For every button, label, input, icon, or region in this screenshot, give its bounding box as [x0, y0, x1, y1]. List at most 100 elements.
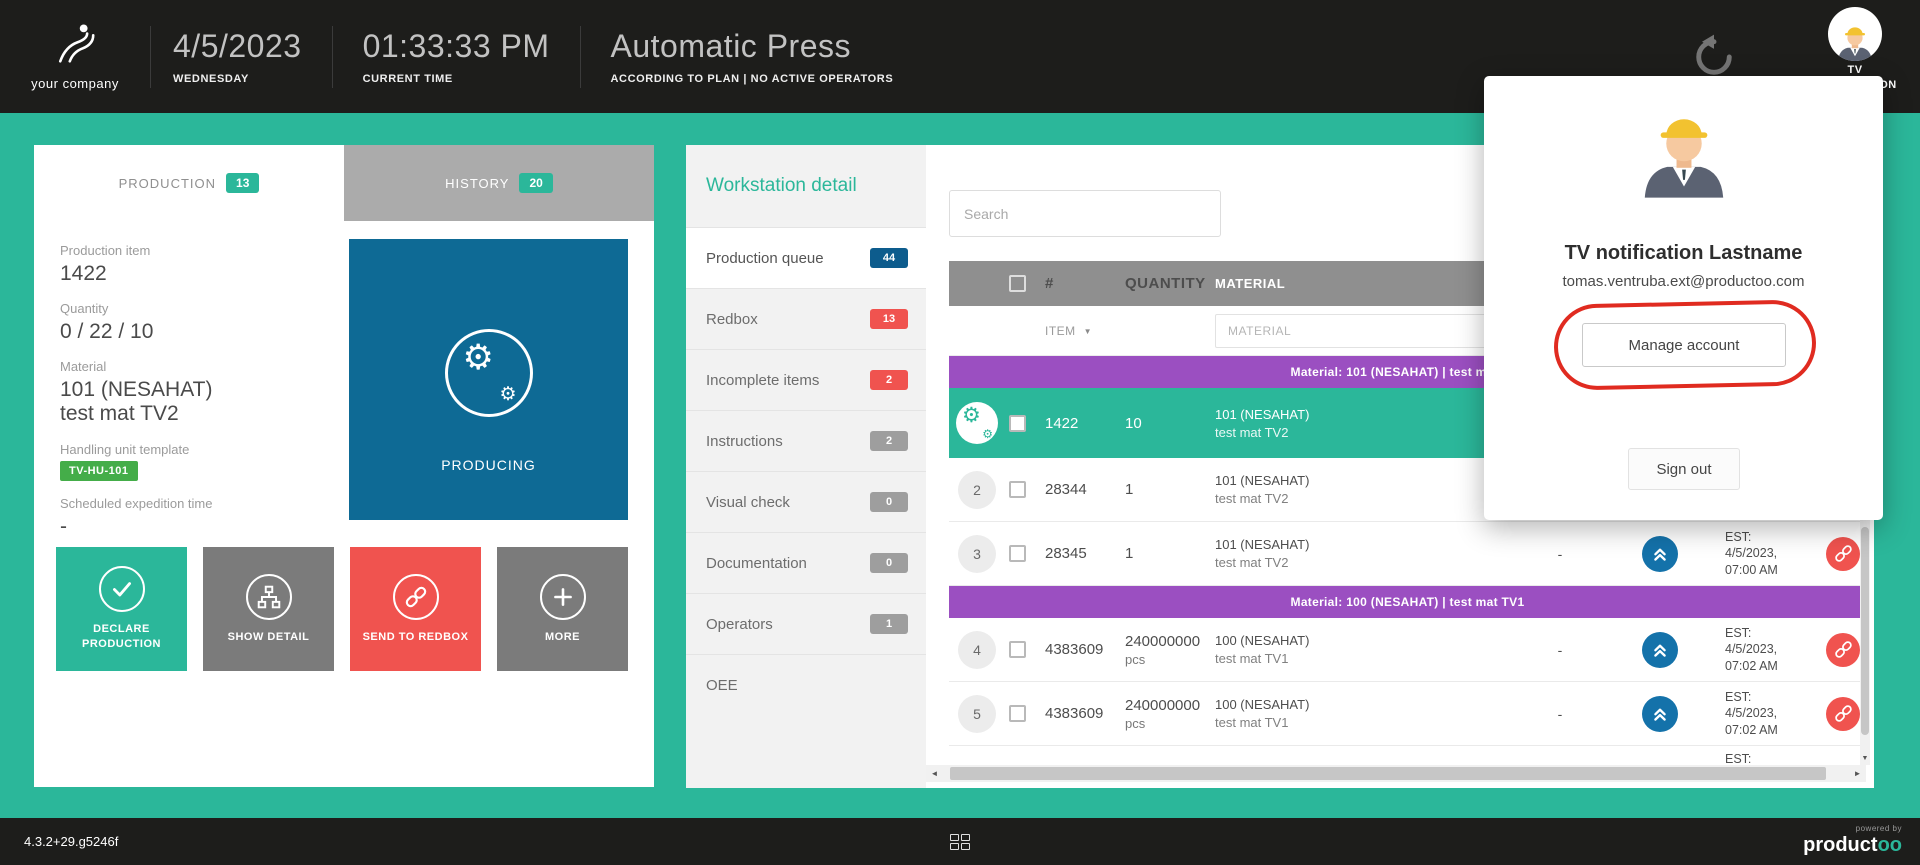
search-input[interactable]	[949, 190, 1221, 237]
row-check-cell	[1005, 682, 1045, 745]
row-number: 4	[958, 631, 996, 669]
production-field-scheduled-expedition-time: Scheduled expedition time-	[60, 496, 346, 539]
declare-production-button[interactable]: DECLARE PRODUCTION	[56, 547, 187, 671]
row-checkbox[interactable]	[1009, 641, 1026, 658]
menu-item-redbox[interactable]: Redbox13	[686, 288, 926, 349]
horizontal-scrollbar-thumb[interactable]	[950, 767, 1826, 780]
brand-name: productoo	[1803, 833, 1902, 857]
column-header-material: MATERIAL	[1215, 276, 1525, 291]
field-value: 101 (NESAHAT)	[60, 378, 346, 402]
field-label: Material	[60, 359, 346, 374]
dash-cell: -	[1525, 682, 1595, 745]
scroll-left-button[interactable]: ◄	[926, 765, 943, 782]
row-checkbox[interactable]	[1009, 545, 1026, 562]
tab-count-badge: 20	[519, 173, 552, 193]
send-to-redbox-button[interactable]: SEND TO REDBOX	[350, 547, 481, 671]
menu-item-badge: 44	[870, 248, 908, 268]
material-filter-input[interactable]	[1215, 314, 1515, 348]
more-button[interactable]: MORE	[497, 547, 628, 671]
field-value: test mat TV2	[60, 402, 346, 426]
row-checkbox[interactable]	[1009, 415, 1026, 432]
user-menu-popover: TV notification Lastname tomas.ventruba.…	[1484, 76, 1883, 520]
menu-item-oee[interactable]: OEE	[686, 654, 926, 715]
production-tabs: PRODUCTION13HISTORY20	[34, 145, 654, 221]
user-name-line1: TV	[1847, 64, 1862, 76]
current-time: 01:33:33 PM	[363, 28, 550, 65]
production-actions: DECLARE PRODUCTIONSHOW DETAILSEND TO RED…	[56, 547, 628, 671]
manage-account-button[interactable]: Manage account	[1582, 323, 1786, 367]
app-footer: 4.3.2+29.g5246f powered by productoo	[0, 818, 1920, 865]
quantity-cell: 1	[1125, 458, 1215, 521]
row-checkbox[interactable]	[1009, 705, 1026, 722]
scroll-right-button[interactable]: ►	[1849, 765, 1866, 782]
row-number: 5	[958, 695, 996, 733]
tab-history[interactable]: HISTORY20	[344, 145, 654, 221]
production-field-material: Material 101 (NESAHAT)test mat TV2	[60, 359, 346, 426]
menu-item-badge: 13	[870, 309, 908, 329]
chevron-down-icon: ▼	[1084, 327, 1092, 336]
row-check-cell	[1005, 458, 1045, 521]
tab-production[interactable]: PRODUCTION13	[34, 145, 344, 221]
gear-icon-small: ⚙	[982, 428, 993, 440]
item-number-cell: 28345	[1045, 522, 1125, 585]
scroll-down-button[interactable]: ▼	[1860, 751, 1870, 765]
production-field-quantity: Quantity0 / 22 / 10	[60, 301, 346, 344]
quantity-value: 240000000	[1125, 633, 1215, 650]
menu-item-visual-check[interactable]: Visual check0	[686, 471, 926, 532]
link-icon	[393, 574, 439, 620]
dash-cell: -	[1525, 522, 1595, 585]
action-label: MORE	[535, 630, 590, 645]
menu-item-instructions[interactable]: Instructions2	[686, 410, 926, 471]
current-day: WEDNESDAY	[173, 73, 302, 85]
menu-item-incomplete-items[interactable]: Incomplete items2	[686, 349, 926, 410]
priority-up-button[interactable]	[1642, 632, 1678, 668]
priority-up-button[interactable]	[1642, 536, 1678, 572]
quantity-value: 1	[1125, 481, 1215, 498]
producing-gear-icon: ⚙⚙	[956, 402, 998, 444]
item-number-cell: 1422	[1045, 388, 1125, 458]
user-avatar	[1828, 7, 1882, 61]
row-checkbox[interactable]	[1009, 481, 1026, 498]
row-check-cell	[1005, 746, 1045, 765]
sign-out-button[interactable]: Sign out	[1628, 448, 1740, 490]
queue-row[interactable]: 44383609240000000pcs100 (NESAHAT)test ma…	[949, 618, 1866, 682]
powered-by-label: powered by	[1856, 824, 1902, 833]
priority-up-button[interactable]	[1642, 696, 1678, 732]
queue-row[interactable]: 3283451101 (NESAHAT)test mat TV2-EST:4/5…	[949, 522, 1866, 586]
production-field-production-item: Production item1422	[60, 243, 346, 286]
item-filter-dropdown[interactable]: ITEM ▼	[1045, 306, 1092, 356]
select-all-checkbox[interactable]	[1009, 275, 1026, 292]
link-button[interactable]	[1826, 537, 1860, 571]
link-button[interactable]	[1826, 697, 1860, 731]
menu-item-badge: 2	[870, 370, 908, 390]
vertical-scrollbar-thumb[interactable]	[1861, 527, 1869, 735]
material-name: test mat TV2	[1215, 491, 1525, 506]
item-number-cell: 28344	[1045, 458, 1125, 521]
estimated-time-cell: EST:4/5/2023,07:02 AM	[1725, 682, 1820, 745]
priority-cell	[1595, 682, 1725, 745]
field-value: -	[60, 515, 346, 539]
check-icon	[99, 566, 145, 612]
show-detail-button[interactable]: SHOW DETAIL	[203, 547, 334, 671]
refresh-button[interactable]	[1690, 33, 1738, 81]
material-cell: 100 (NESAHAT)test mat TV1	[1215, 618, 1525, 681]
queue-row[interactable]: EST:	[949, 746, 1866, 765]
menu-item-documentation[interactable]: Documentation0	[686, 532, 926, 593]
plus-icon	[540, 574, 586, 620]
tab-count-badge: 13	[226, 173, 259, 193]
material-group-row: Material: 100 (NESAHAT) | test mat TV1	[949, 586, 1866, 618]
item-number-cell: 4383609	[1045, 682, 1125, 745]
link-button[interactable]	[1826, 633, 1860, 667]
producing-status-panel: ⚙ ⚙ PRODUCING	[349, 239, 628, 520]
menu-item-production-queue[interactable]: Production queue44	[686, 227, 926, 288]
row-number-cell: ⚙⚙	[949, 388, 1005, 458]
horizontal-scrollbar[interactable]: ◄ ►	[926, 765, 1866, 782]
queue-row[interactable]: 54383609240000000pcs100 (NESAHAT)test ma…	[949, 682, 1866, 746]
workstation-menu: Production queue44Redbox13Incomplete ite…	[686, 227, 926, 715]
menu-item-operators[interactable]: Operators1	[686, 593, 926, 654]
producing-gears-icon: ⚙ ⚙	[445, 329, 533, 417]
production-field-handling-unit-template: Handling unit templateTV-HU-101	[60, 442, 346, 481]
grid-apps-icon[interactable]	[950, 834, 970, 850]
quantity-value: 10	[1125, 415, 1215, 432]
menu-item-badge: 2	[870, 431, 908, 451]
